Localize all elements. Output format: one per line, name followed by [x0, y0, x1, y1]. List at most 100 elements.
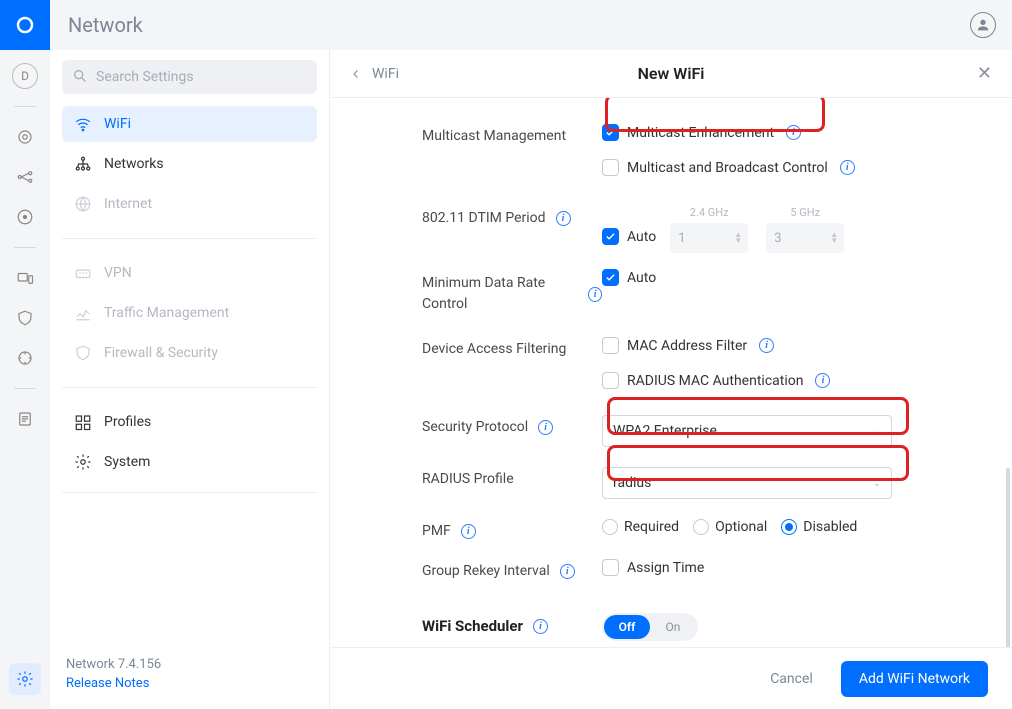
- checkbox-label: MAC Address Filter: [627, 338, 747, 354]
- rail-item-radios[interactable]: [9, 201, 41, 233]
- wifi-icon: [74, 115, 92, 133]
- radio-pmf-optional[interactable]: Optional: [693, 519, 767, 535]
- vpn-icon: [74, 264, 92, 282]
- back-label: WiFi: [372, 66, 399, 82]
- chevron-left-icon: [350, 68, 362, 80]
- check-icon: [602, 124, 619, 141]
- info-icon[interactable]: i: [588, 287, 602, 302]
- cancel-button[interactable]: Cancel: [770, 671, 813, 687]
- search-input[interactable]: [62, 60, 317, 94]
- select-radius-profile[interactable]: radius ⌄: [602, 467, 892, 499]
- label-pmf: PMF i: [350, 519, 602, 539]
- traffic-icon: [74, 304, 92, 322]
- release-notes-link[interactable]: Release Notes: [66, 676, 313, 691]
- user-avatar[interactable]: [970, 12, 996, 38]
- sidebar-item-profiles[interactable]: Profiles: [62, 404, 317, 440]
- radio-pmf-disabled[interactable]: Disabled: [781, 519, 857, 535]
- sidebar-item-label: System: [104, 454, 150, 470]
- label-multicast-management: Multicast Management: [350, 124, 602, 144]
- sidebar-item-firewall[interactable]: Firewall & Security: [62, 335, 317, 371]
- check-icon: [602, 337, 619, 354]
- checkbox-multicast-broadcast-control[interactable]: Multicast and Broadcast Control i: [602, 159, 855, 176]
- checkbox-assign-time[interactable]: Assign Time: [602, 559, 704, 576]
- add-wifi-button[interactable]: Add WiFi Network: [841, 661, 988, 697]
- info-icon[interactable]: i: [786, 125, 801, 140]
- rail-divider: [14, 388, 36, 389]
- check-icon: [602, 372, 619, 389]
- rail-divider: [14, 247, 36, 248]
- checkbox-radius-mac-auth[interactable]: RADIUS MAC Authentication i: [602, 372, 830, 389]
- sidebar-item-traffic[interactable]: Traffic Management: [62, 295, 317, 331]
- top-bar: Network: [0, 0, 1012, 50]
- select-value: WPA2 Enterprise: [613, 423, 717, 439]
- rail-item-settings[interactable]: [9, 663, 41, 695]
- globe-icon: [74, 195, 92, 213]
- rail-item-dashboard[interactable]: D: [9, 60, 41, 92]
- back-button[interactable]: WiFi: [350, 66, 399, 82]
- checkbox-multicast-enhancement[interactable]: Multicast Enhancement i: [602, 124, 801, 141]
- checkbox-label: Assign Time: [627, 560, 704, 576]
- sidebar-item-networks[interactable]: Networks: [62, 146, 317, 182]
- check-icon: [602, 559, 619, 576]
- rail-item-logs[interactable]: [9, 403, 41, 435]
- page-title: Network: [68, 13, 143, 37]
- sidebar-divider: [62, 238, 317, 239]
- spinner-label-2-4ghz: 2.4 GHz: [690, 206, 729, 219]
- rail-item-devices[interactable]: [9, 262, 41, 294]
- toggle-on[interactable]: On: [650, 615, 696, 639]
- rail-item-topology[interactable]: [9, 161, 41, 193]
- checkbox-label: Multicast Enhancement: [627, 125, 774, 141]
- rail-item-security[interactable]: [9, 302, 41, 334]
- rail-item-insights[interactable]: [9, 342, 41, 374]
- spinner-arrows-icon: ▲▼: [830, 232, 838, 244]
- info-icon[interactable]: i: [538, 420, 553, 435]
- checkbox-min-rate-auto[interactable]: Auto: [602, 269, 656, 286]
- app-logo[interactable]: [0, 0, 50, 50]
- rail-item-gateway[interactable]: [9, 121, 41, 153]
- spinner-5ghz[interactable]: 3 ▲▼: [766, 223, 844, 253]
- label-min-data-rate: Minimum Data Rate Control i: [350, 269, 602, 315]
- radio-pmf-required[interactable]: Required: [602, 519, 679, 535]
- info-icon[interactable]: i: [556, 211, 571, 226]
- label-group-rekey: Group Rekey Interval i: [350, 559, 602, 579]
- spinner-2-4ghz[interactable]: 1 ▲▼: [670, 223, 748, 253]
- chevron-down-icon: ⌄: [873, 426, 881, 437]
- sidebar-item-internet[interactable]: Internet: [62, 186, 317, 222]
- info-icon[interactable]: i: [815, 373, 830, 388]
- sidebar-item-vpn[interactable]: VPN: [62, 255, 317, 291]
- sidebar-divider: [62, 492, 317, 493]
- checkbox-label: Multicast and Broadcast Control: [627, 160, 828, 176]
- checkbox-mac-filter[interactable]: MAC Address Filter i: [602, 337, 774, 354]
- info-icon[interactable]: i: [533, 619, 548, 634]
- sidebar-item-wifi[interactable]: WiFi: [62, 106, 317, 142]
- toggle-off[interactable]: Off: [604, 615, 650, 639]
- info-icon[interactable]: i: [461, 524, 476, 539]
- info-icon[interactable]: i: [840, 160, 855, 175]
- select-security-protocol[interactable]: WPA2 Enterprise ⌄: [602, 415, 892, 447]
- checkbox-dtim-auto[interactable]: Auto: [602, 228, 656, 245]
- checkbox-label: Auto: [627, 229, 656, 245]
- sidebar-footer: Network 7.4.156 Release Notes: [62, 649, 317, 699]
- toggle-wifi-scheduler[interactable]: Off On: [602, 613, 698, 641]
- sidebar-divider: [62, 387, 317, 388]
- checkbox-label: Auto: [627, 270, 656, 286]
- select-value: radius: [613, 475, 651, 491]
- spinner-label-5ghz: 5 GHz: [790, 206, 820, 219]
- form-footer: Cancel Add WiFi Network: [330, 647, 1012, 709]
- info-icon[interactable]: i: [560, 564, 575, 579]
- close-button[interactable]: ✕: [977, 65, 992, 83]
- check-icon: [602, 159, 619, 176]
- scrollbar[interactable]: [1006, 468, 1010, 647]
- sidebar-item-label: Profiles: [104, 414, 151, 430]
- label-wifi-scheduler: WiFi Scheduler i: [350, 613, 602, 635]
- label-dtim: 802.11 DTIM Period i: [350, 206, 602, 226]
- version-text: Network 7.4.156: [66, 657, 313, 672]
- info-icon[interactable]: i: [759, 338, 774, 353]
- sidebar-item-system[interactable]: System: [62, 444, 317, 480]
- sidebar-item-label: Traffic Management: [104, 305, 229, 321]
- main-content: WiFi New WiFi ✕ Multicast Management Mul…: [330, 50, 1012, 709]
- shield-icon: [74, 344, 92, 362]
- sidebar-item-label: VPN: [104, 265, 132, 281]
- content-title: New WiFi: [638, 64, 705, 83]
- gear-icon: [74, 453, 92, 471]
